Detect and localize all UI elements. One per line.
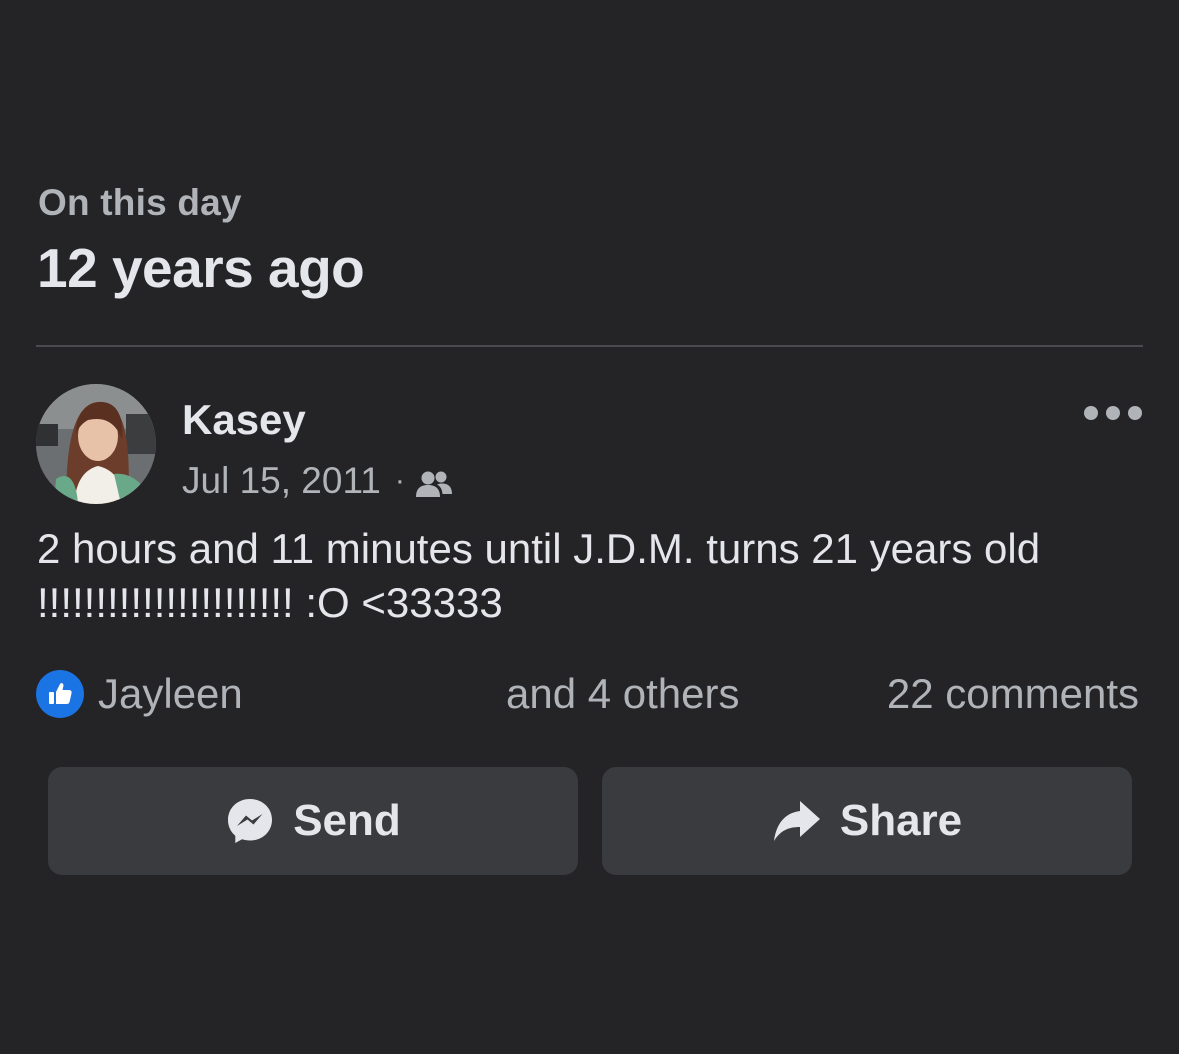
friends-icon[interactable] (415, 466, 453, 497)
memory-subtitle: On this day (38, 182, 242, 223)
avatar[interactable] (36, 384, 156, 504)
post-date[interactable]: Jul 15, 2011 (182, 460, 381, 502)
avatar-photo (36, 384, 156, 504)
reaction-others[interactable]: and 4 others (506, 670, 740, 718)
comments-count[interactable]: 22 comments (887, 670, 1139, 718)
messenger-icon (228, 799, 273, 843)
send-label: Send (293, 796, 401, 845)
memory-title: 12 years ago (37, 237, 365, 299)
reactions-summary[interactable]: Jayleen (36, 670, 243, 718)
post-text: 2 hours and 11 minutes until J.D.M. turn… (37, 525, 1041, 626)
memory-card: On this day 12 years ago Kasey Jul 15, 2… (0, 0, 1179, 1054)
author-name[interactable]: Kasey (182, 396, 306, 444)
share-label: Share (839, 796, 963, 845)
send-button[interactable]: Send (48, 767, 578, 875)
share-arrow-icon (773, 801, 820, 841)
share-button[interactable]: Share (602, 767, 1132, 875)
like-icon (36, 670, 84, 718)
post-meta: Jul 15, 2011 · (182, 460, 453, 502)
meta-separator: · (394, 464, 405, 497)
more-options-icon[interactable] (1084, 398, 1142, 428)
reaction-first-name: Jayleen (98, 670, 243, 717)
divider (36, 345, 1143, 347)
